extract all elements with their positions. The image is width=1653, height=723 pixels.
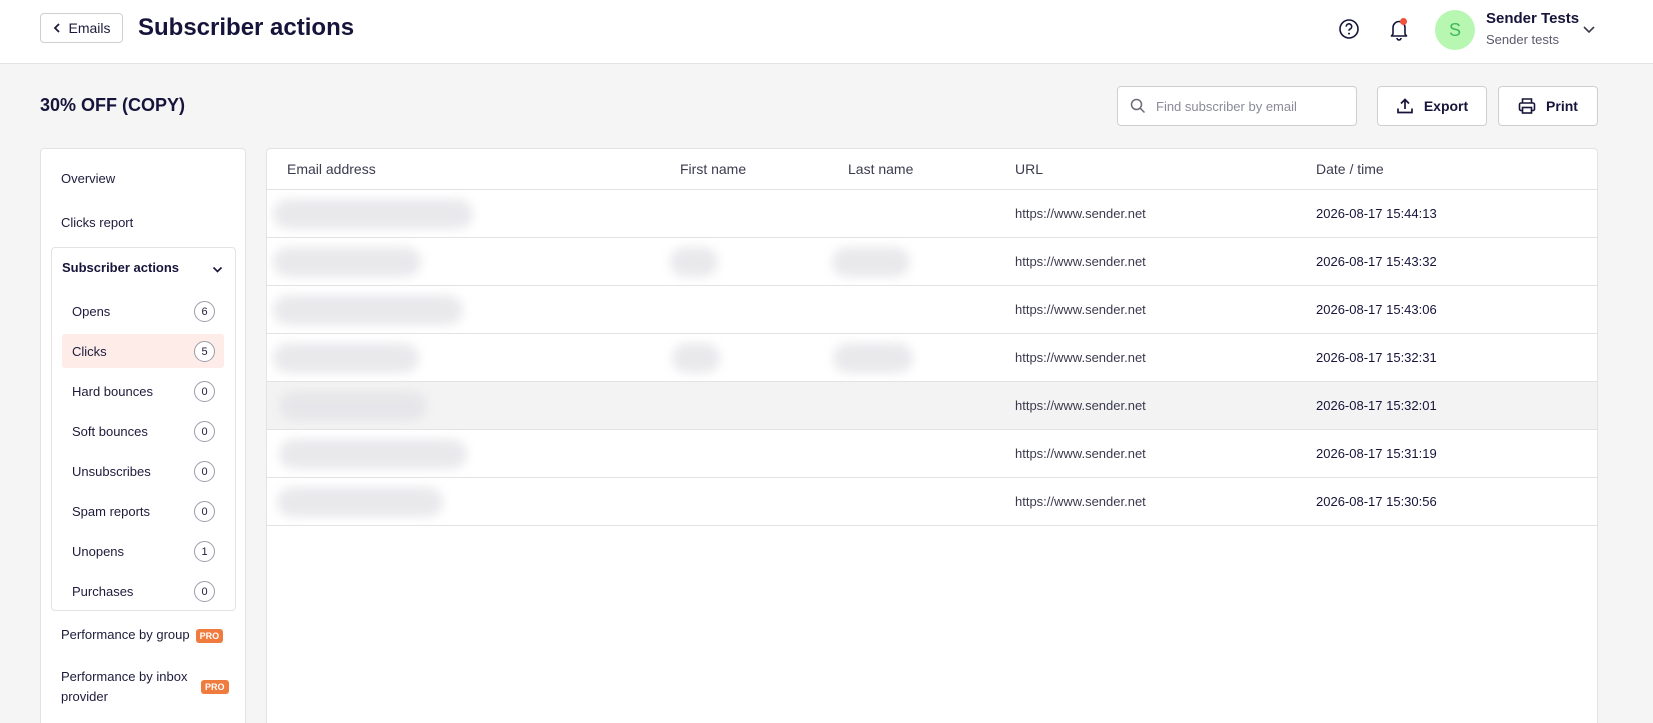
sidebar-item-label: Performance by inbox provider: [61, 669, 188, 704]
count-badge: 0: [194, 581, 215, 602]
datetime-cell: 2026-08-17 15:32:01: [1316, 398, 1437, 413]
sidebar-item-label: Unsubscribes: [72, 463, 151, 479]
redacted-email: [279, 391, 427, 421]
redacted-email: [273, 247, 421, 277]
print-button[interactable]: Print: [1498, 86, 1598, 126]
sidebar-item-unsubscribes[interactable]: Unsubscribes 0: [62, 454, 224, 488]
sidebar-item-label: Spam reports: [72, 503, 151, 519]
column-header-email: Email address: [287, 161, 376, 177]
url-cell: https://www.sender.net: [1015, 398, 1146, 413]
chevron-left-icon: [54, 23, 61, 33]
redacted-last-name: [833, 343, 913, 373]
sidebar-item-label: Soft bounces: [72, 423, 148, 439]
column-header-date-time: Date / time: [1316, 161, 1384, 177]
column-header-first-name: First name: [680, 161, 747, 177]
sidebar-item-label: Unopens: [72, 543, 125, 559]
redacted-email: [277, 487, 443, 517]
redacted-last-name: [832, 247, 910, 277]
pro-badge: PRO: [201, 680, 229, 694]
url-cell: https://www.sender.net: [1015, 254, 1146, 269]
count-badge: 0: [194, 501, 215, 522]
page-title: Subscriber actions: [138, 14, 355, 41]
table-row[interactable]: https://www.sender.net 2026-08-17 15:43:…: [267, 238, 1597, 286]
print-label: Print: [1546, 98, 1578, 114]
redacted-first-name: [670, 247, 718, 277]
table-row[interactable]: https://www.sender.net 2026-08-17 15:32:…: [267, 334, 1597, 382]
table-row[interactable]: https://www.sender.net 2026-08-17 15:44:…: [267, 190, 1597, 238]
sidebar-item-opens[interactable]: Opens 6: [62, 294, 224, 328]
sidebar-item-label: Hard bounces: [72, 383, 153, 399]
notification-dot: [1400, 18, 1407, 25]
sidebar-item-spam-reports[interactable]: Spam reports 0: [62, 494, 224, 528]
table-row[interactable]: https://www.sender.net 2026-08-17 15:31:…: [267, 430, 1597, 478]
url-cell: https://www.sender.net: [1015, 302, 1146, 317]
datetime-cell: 2026-08-17 15:44:13: [1316, 206, 1437, 221]
redacted-email: [273, 295, 463, 325]
subscriber-actions-group: Subscriber actions Opens 6 Clicks 5 Hard…: [51, 247, 236, 611]
sidebar-item-hard-bounces[interactable]: Hard bounces 0: [62, 374, 224, 408]
url-cell: https://www.sender.net: [1015, 446, 1146, 461]
export-button[interactable]: Export: [1377, 86, 1487, 126]
report-sidebar: Overview Clicks report Subscriber action…: [40, 148, 246, 723]
redacted-first-name: [672, 343, 720, 373]
count-badge: 0: [194, 381, 215, 402]
sidebar-item-purchases[interactable]: Purchases 0: [62, 574, 224, 608]
printer-icon: [1518, 98, 1536, 114]
count-badge: 0: [194, 421, 215, 442]
campaign-title: 30% OFF (COPY): [40, 95, 186, 115]
search-input[interactable]: [1156, 98, 1346, 114]
redacted-email: [273, 199, 473, 229]
count-badge: 6: [194, 301, 215, 322]
url-cell: https://www.sender.net: [1015, 494, 1146, 509]
datetime-cell: 2026-08-17 15:43:06: [1316, 302, 1437, 317]
datetime-cell: 2026-08-17 15:31:19: [1316, 446, 1437, 461]
top-bar: Emails Subscriber actions S Sender Tests…: [0, 0, 1653, 64]
datetime-cell: 2026-08-17 15:43:32: [1316, 254, 1437, 269]
user-name[interactable]: Sender Tests: [1486, 10, 1579, 27]
column-header-last-name: Last name: [848, 161, 914, 177]
user-account: Sender tests: [1486, 32, 1559, 47]
chevron-down-icon[interactable]: [1582, 22, 1596, 36]
count-badge: 0: [194, 461, 215, 482]
column-header-url: URL: [1015, 161, 1044, 177]
sidebar-item-clicks[interactable]: Clicks 5: [62, 334, 224, 368]
sidebar-item-label: Clicks: [72, 343, 107, 359]
sidebar-item-label: Purchases: [72, 583, 134, 599]
upload-icon: [1396, 98, 1413, 114]
count-badge: 5: [194, 341, 215, 362]
table-row[interactable]: https://www.sender.net 2026-08-17 15:30:…: [267, 478, 1597, 526]
sidebar-item-unopens[interactable]: Unopens 1: [62, 534, 224, 568]
back-to-emails-button[interactable]: Emails: [40, 13, 123, 43]
url-cell: https://www.sender.net: [1015, 350, 1146, 365]
count-badge: 1: [194, 541, 215, 562]
table-row[interactable]: https://www.sender.net 2026-08-17 15:43:…: [267, 286, 1597, 334]
back-button-label: Emails: [68, 20, 111, 36]
avatar[interactable]: S: [1435, 10, 1475, 50]
datetime-cell: 2026-08-17 15:30:56: [1316, 494, 1437, 509]
export-label: Export: [1423, 98, 1469, 114]
sidebar-item-clicks-report[interactable]: Clicks report: [61, 215, 133, 230]
search-box[interactable]: [1117, 86, 1357, 126]
sidebar-item-label: Performance by group: [61, 627, 190, 642]
url-cell: https://www.sender.net: [1015, 206, 1146, 221]
sidebar-item-performance-by-group[interactable]: Performance by group PRO: [61, 627, 224, 643]
help-icon[interactable]: [1338, 18, 1360, 40]
datetime-cell: 2026-08-17 15:32:31: [1316, 350, 1437, 365]
subscriber-actions-table: Email address First name Last name URL D…: [266, 148, 1598, 723]
sidebar-item-subscriber-actions[interactable]: Subscriber actions: [62, 260, 179, 275]
table-row[interactable]: https://www.sender.net 2026-08-17 15:32:…: [267, 382, 1597, 430]
pro-badge: PRO: [195, 628, 224, 643]
sidebar-item-performance-by-inbox-provider[interactable]: Performance by inbox provider: [61, 667, 191, 707]
sidebar-item-soft-bounces[interactable]: Soft bounces 0: [62, 414, 224, 448]
redacted-email: [279, 439, 467, 469]
search-icon: [1130, 98, 1146, 114]
sidebar-item-label: Opens: [72, 303, 111, 319]
sidebar-item-overview[interactable]: Overview: [61, 171, 115, 186]
chevron-down-icon[interactable]: [212, 264, 223, 275]
redacted-email: [273, 343, 419, 373]
